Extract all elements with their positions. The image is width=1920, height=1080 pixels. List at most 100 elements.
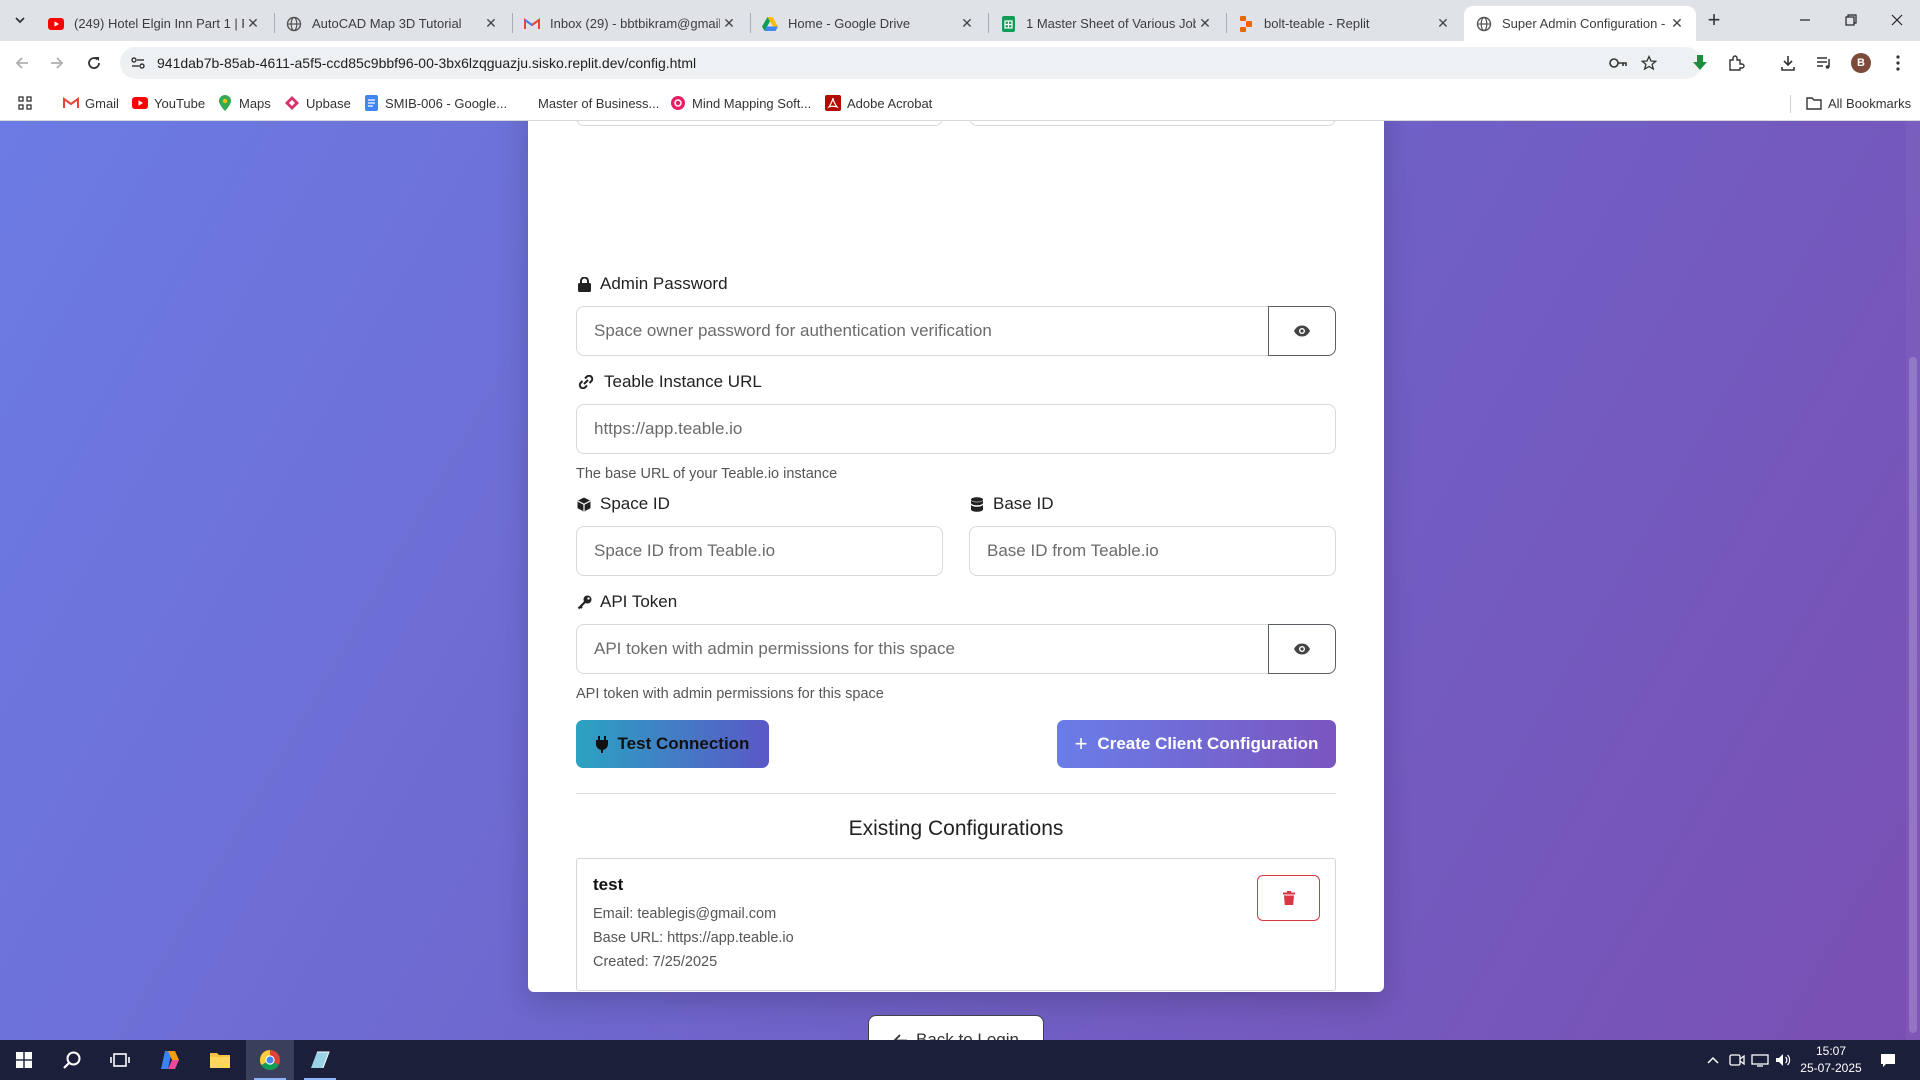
chrome-app[interactable] [246,1040,294,1080]
extensions-icon[interactable] [1724,51,1748,75]
close-icon[interactable]: ✕ [1668,15,1686,33]
partial-field-left[interactable] [576,121,943,126]
close-icon[interactable]: ✕ [958,15,976,33]
downloads-icon[interactable] [1776,51,1800,75]
close-window-button[interactable] [1874,0,1920,40]
plug-icon [595,735,608,753]
close-icon[interactable]: ✕ [720,15,738,33]
clock-time: 15:07 [1815,1044,1847,1058]
tab-autocad[interactable]: AutoCAD Map 3D Tutorial ✕ [274,6,510,41]
new-tab-button[interactable]: + [1700,7,1728,32]
google-docs-icon [363,95,379,111]
app-launcher[interactable] [296,1040,344,1080]
tab-google-drive[interactable]: Home - Google Drive ✕ [750,6,986,41]
search-button[interactable] [48,1040,96,1080]
bookmark-upbase[interactable]: Upbase [284,93,351,113]
chevron-down-icon [15,17,25,24]
admin-password-label: Admin Password [576,274,728,294]
copilot-icon [161,1051,179,1069]
meet-now-icon[interactable] [1728,1051,1746,1069]
volume-icon[interactable] [1774,1051,1792,1069]
tab-master-sheet[interactable]: 1 Master Sheet of Various Jobs ✕ [988,6,1224,41]
system-clock[interactable]: 15:07 25-07-2025 [1795,1043,1867,1077]
site-info-icon[interactable] [130,55,146,71]
bookmark-adobe-acrobat[interactable]: Adobe Acrobat [825,93,932,113]
notifications-icon[interactable] [1879,1051,1897,1069]
apps-button[interactable] [17,93,39,113]
show-hidden-icons-button[interactable] [1704,1051,1722,1069]
arrow-right-icon [51,57,64,69]
restore-icon [1845,14,1857,26]
tab-label: (249) Hotel Elgin Inn Part 1 | Fu [74,16,244,31]
acrobat-icon [825,95,841,111]
google-sheets-icon [1000,15,1016,32]
tab-youtube[interactable]: (249) Hotel Elgin Inn Part 1 | Fu ✕ [36,6,272,41]
page-scrollbar[interactable] [1906,121,1920,1040]
profile-avatar[interactable]: B [1851,53,1871,73]
all-bookmarks-button[interactable]: All Bookmarks [1806,93,1911,113]
back-button[interactable] [8,49,36,77]
back-to-login-button[interactable]: Back to Login [868,1015,1044,1040]
delete-config-button[interactable] [1257,875,1320,921]
network-icon[interactable] [1751,1051,1769,1069]
admin-password-input[interactable]: Space owner password for authentication … [576,306,1269,356]
close-icon[interactable]: ✕ [244,15,262,33]
gmail-icon [524,16,540,32]
bookmark-smib[interactable]: SMIB-006 - Google... [363,93,507,113]
plus-icon: + [1074,731,1088,756]
tab-search-button[interactable] [8,8,32,32]
teable-url-input[interactable]: https://app.teable.io [576,404,1336,454]
toggle-token-visibility-button[interactable] [1268,624,1336,674]
start-button[interactable] [0,1040,48,1080]
config-list-item: test Email: teablegis@gmail.com Base URL… [576,858,1336,991]
tab-label: 1 Master Sheet of Various Jobs [1026,16,1196,31]
create-client-configuration-button[interactable]: + Create Client Configuration [1057,720,1336,768]
admin-password-placeholder: Space owner password for authentication … [594,321,992,340]
bookmark-master-business[interactable]: Master of Business... [538,93,659,113]
tab-super-admin[interactable]: Super Admin Configuration - Te ✕ [1464,6,1696,41]
bookmark-gmail[interactable]: Gmail [63,93,119,113]
partial-field-right[interactable] [969,121,1336,126]
section-divider [576,793,1336,794]
restore-button[interactable] [1828,0,1874,40]
space-id-input[interactable]: Space ID from Teable.io [576,526,943,576]
api-token-placeholder: API token with admin permissions for thi… [594,639,955,658]
reload-button[interactable] [80,49,108,77]
download-arrow-icon[interactable] [1688,51,1712,75]
api-token-input[interactable]: API token with admin permissions for thi… [576,624,1269,674]
close-icon[interactable]: ✕ [1434,15,1452,33]
url-text: 941dab7b-85ab-4611-a5f5-ccd85c9bbf96-00-… [157,55,697,71]
kebab-menu-icon[interactable] [1886,51,1910,75]
forward-button[interactable] [43,49,71,77]
close-icon[interactable]: ✕ [1196,15,1214,33]
browser-toolbar: 941dab7b-85ab-4611-a5f5-ccd85c9bbf96-00-… [0,41,1920,85]
file-explorer-app[interactable] [196,1040,244,1080]
scrollbar-thumb[interactable] [1909,357,1917,1033]
tab-gmail[interactable]: Inbox (29) - bbtbikram@gmail. ✕ [512,6,748,41]
bookmark-youtube[interactable]: YouTube [132,93,205,113]
database-icon [969,496,985,512]
tab-label: AutoCAD Map 3D Tutorial [312,16,462,31]
close-icon[interactable]: ✕ [482,15,500,33]
toggle-password-visibility-button[interactable] [1268,306,1336,356]
config-base-url: Base URL: https://app.teable.io [593,930,794,946]
base-id-input[interactable]: Base ID from Teable.io [969,526,1336,576]
youtube-icon [48,16,64,32]
chrome-icon [260,1050,280,1070]
media-controls-icon[interactable] [1812,51,1836,75]
task-view-button[interactable] [96,1040,144,1080]
youtube-icon [132,95,148,111]
test-connection-button[interactable]: Test Connection [576,720,769,768]
bookmark-maps[interactable]: Maps [217,93,271,113]
copilot-app[interactable] [146,1040,194,1080]
cube-icon [576,496,592,512]
bookmark-mind-mapping[interactable]: Mind Mapping Soft... [670,93,811,113]
api-token-help: API token with admin permissions for thi… [576,686,884,702]
address-bar[interactable]: 941dab7b-85ab-4611-a5f5-ccd85c9bbf96-00-… [120,47,1702,79]
password-key-icon[interactable] [1608,55,1628,71]
bookmark-label: SMIB-006 - Google... [385,95,508,111]
eye-icon [1294,643,1310,655]
tab-replit[interactable]: bolt-teable - Replit ✕ [1226,6,1462,41]
bookmark-star-icon[interactable] [1641,55,1657,71]
minimize-button[interactable] [1782,0,1828,40]
